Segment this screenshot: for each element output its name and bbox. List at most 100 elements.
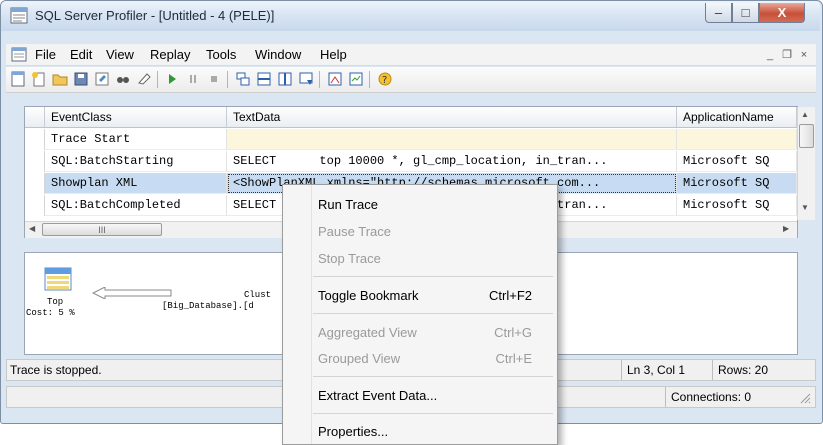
grouped-view-icon[interactable] xyxy=(255,70,273,88)
menu-item-toggle-bookmark[interactable]: Toggle Bookmark Ctrl+F2 xyxy=(283,282,557,308)
run-icon[interactable] xyxy=(163,70,181,88)
menu-item-shortcut: Ctrl+E xyxy=(495,351,532,366)
svg-text:?: ? xyxy=(382,75,387,86)
columns-icon[interactable] xyxy=(276,70,294,88)
column-header-applicationname[interactable]: ApplicationName xyxy=(677,107,797,128)
cursor-position-label: Ln 3, Col 1 xyxy=(627,363,686,377)
horizontal-scroll-thumb[interactable]: III xyxy=(42,223,162,236)
menu-separator xyxy=(313,276,553,277)
column-header-textdata[interactable]: TextData xyxy=(227,107,677,128)
menu-separator xyxy=(313,413,553,414)
row-selector[interactable] xyxy=(25,195,45,216)
resize-grip-icon[interactable] xyxy=(799,392,811,404)
menu-tools[interactable]: Tools xyxy=(206,47,236,62)
row-selector[interactable] xyxy=(25,129,45,150)
menu-item-shortcut: Ctrl+G xyxy=(494,325,532,340)
table-row-cell-app[interactable]: Microsoft SQ xyxy=(677,173,797,194)
table-row-cell-text[interactable]: SELECT top 10000 *, gl_cmp_location, in_… xyxy=(227,151,677,172)
row-selector[interactable] xyxy=(25,151,45,172)
menu-item-label: Run Trace xyxy=(318,197,378,212)
menu-view[interactable]: View xyxy=(106,47,134,62)
table-row-cell-app[interactable]: Microsoft SQ xyxy=(677,195,797,216)
toolbar-separator xyxy=(369,71,370,88)
new-trace-icon[interactable] xyxy=(9,70,27,88)
menu-item-label: Grouped View xyxy=(318,351,401,366)
title-bar[interactable]: SQL Server Profiler - [Untitled - 4 (PEL… xyxy=(1,1,820,31)
close-button[interactable]: X xyxy=(759,3,805,23)
table-row-cell-event[interactable]: Showplan XML xyxy=(45,173,227,194)
pause-icon[interactable] xyxy=(184,70,202,88)
table-row-cell-text[interactable] xyxy=(227,129,677,150)
clear-icon[interactable] xyxy=(135,70,153,88)
menu-item-extract-event-data[interactable]: Extract Event Data... xyxy=(283,382,557,408)
perfmon-icon[interactable] xyxy=(326,70,344,88)
aggregated-view-icon[interactable] xyxy=(234,70,252,88)
plan-node-label: Top xyxy=(47,297,64,307)
menu-item-aggregated-view[interactable]: Aggregated View Ctrl+G xyxy=(283,319,557,345)
menu-item-label: Aggregated View xyxy=(318,325,417,340)
new-template-icon[interactable] xyxy=(30,70,48,88)
table-row-cell-app[interactable]: Microsoft SQ xyxy=(677,151,797,172)
maximize-button[interactable]: □ xyxy=(732,3,759,23)
column-header-eventclass[interactable]: EventClass xyxy=(45,107,227,128)
connections-label: Connections: 0 xyxy=(671,390,752,404)
close-icon: X xyxy=(777,5,787,20)
status-message: Trace is stopped. xyxy=(10,363,102,377)
row-selector-header xyxy=(25,107,45,128)
maximize-icon: □ xyxy=(741,5,750,20)
menu-item-properties[interactable]: Properties... xyxy=(283,418,557,444)
context-menu: Run Trace Pause Trace Stop Trace Toggle … xyxy=(282,184,558,445)
scroll-right-icon[interactable]: ▶ xyxy=(783,224,789,233)
scroll-up-icon[interactable]: ▲ xyxy=(801,110,809,119)
menu-bar: File Edit View Replay Tools Window Help … xyxy=(6,44,816,66)
open-icon[interactable] xyxy=(51,70,69,88)
filter-icon[interactable] xyxy=(297,70,315,88)
table-row-cell-app[interactable] xyxy=(677,129,797,150)
minimize-button[interactable]: – xyxy=(705,3,732,23)
menu-item-shortcut: Ctrl+F2 xyxy=(489,288,532,303)
help-icon[interactable]: ? xyxy=(376,70,394,88)
toolbar-separator xyxy=(227,71,228,88)
menu-help[interactable]: Help xyxy=(320,47,347,62)
toolbar-separator xyxy=(319,71,320,88)
menu-edit[interactable]: Edit xyxy=(70,47,92,62)
find-icon[interactable] xyxy=(114,70,132,88)
mdi-minimize-icon[interactable]: _ xyxy=(762,48,778,63)
minimize-icon: – xyxy=(714,5,723,20)
mdi-close-icon[interactable]: × xyxy=(796,48,812,63)
scroll-left-icon[interactable]: ◀ xyxy=(29,224,35,233)
stop-icon[interactable] xyxy=(205,70,223,88)
menu-replay[interactable]: Replay xyxy=(150,47,190,62)
row-selector[interactable] xyxy=(25,173,45,194)
plan-clustered-label: Clust xyxy=(244,290,272,300)
document-icon[interactable] xyxy=(11,47,27,62)
table-row-cell-event[interactable]: SQL:BatchCompleted xyxy=(45,195,227,216)
mdi-restore-icon[interactable]: ❐ xyxy=(779,48,795,63)
row-count: Rows: 20 xyxy=(712,360,782,380)
save-icon[interactable] xyxy=(72,70,90,88)
toolbar: ? xyxy=(6,67,816,93)
vertical-scrollbar[interactable]: ▲ ▼ xyxy=(797,107,815,220)
scroll-down-icon[interactable]: ▼ xyxy=(801,203,809,212)
menu-item-grouped-view[interactable]: Grouped View Ctrl+E xyxy=(283,345,557,371)
top-operator-icon[interactable] xyxy=(44,267,74,293)
menu-item-label: Extract Event Data... xyxy=(318,388,438,403)
table-row-cell-event[interactable]: SQL:BatchStarting xyxy=(45,151,227,172)
perfmon2-icon[interactable] xyxy=(347,70,365,88)
menu-window[interactable]: Window xyxy=(255,47,301,62)
menu-item-pause-trace[interactable]: Pause Trace xyxy=(283,218,557,244)
profiler-app-icon xyxy=(10,7,28,24)
toolbar-separator xyxy=(157,71,158,88)
cursor-position: Ln 3, Col 1 xyxy=(621,360,711,380)
menu-item-label: Toggle Bookmark xyxy=(318,288,419,303)
menu-item-label: Pause Trace xyxy=(318,224,391,239)
properties-icon[interactable] xyxy=(93,70,111,88)
menu-item-stop-trace[interactable]: Stop Trace xyxy=(283,245,557,271)
vertical-scroll-thumb[interactable] xyxy=(799,124,814,148)
menu-file[interactable]: File xyxy=(35,47,56,62)
table-row-cell-event[interactable]: Trace Start xyxy=(45,129,227,150)
menu-item-run-trace[interactable]: Run Trace xyxy=(283,191,557,217)
menu-separator xyxy=(313,376,553,377)
menu-item-label: Stop Trace xyxy=(318,251,381,266)
menu-item-label: Properties... xyxy=(318,424,389,439)
